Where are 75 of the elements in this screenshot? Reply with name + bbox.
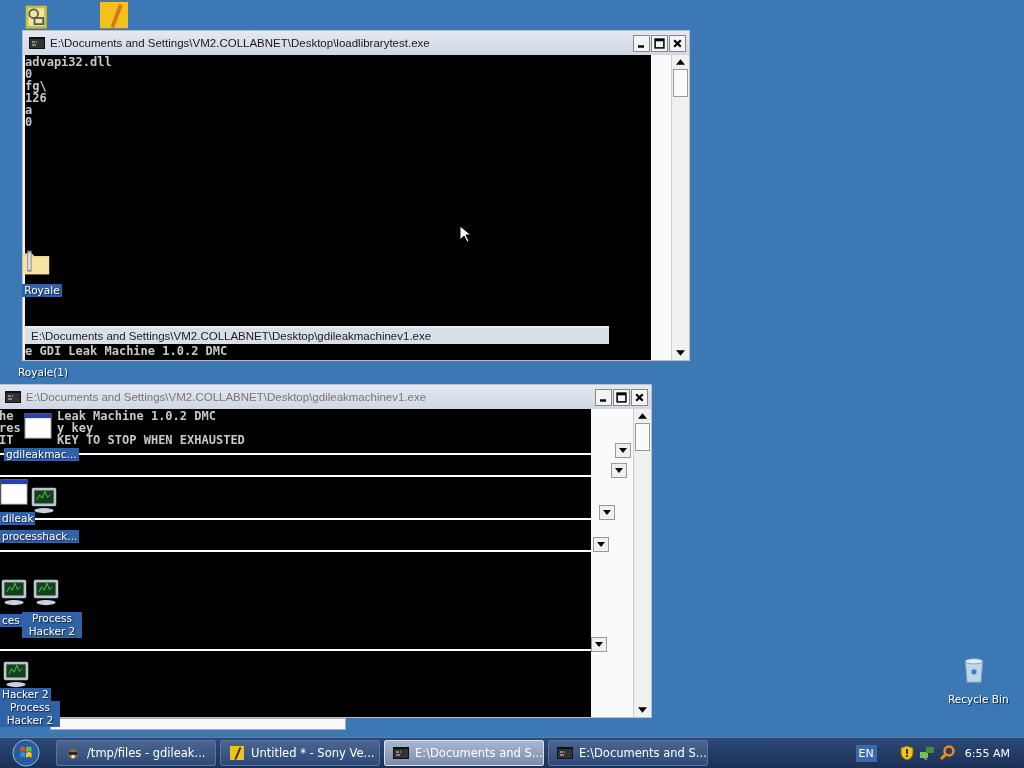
scrollbar[interactable] <box>50 718 346 730</box>
scrollbar[interactable] <box>671 55 689 360</box>
console-icon <box>5 391 21 403</box>
monitor-icon[interactable] <box>0 578 28 606</box>
minimize-icon <box>600 398 606 402</box>
network-icon[interactable] <box>918 745 935 761</box>
animal-face-icon <box>65 746 81 760</box>
console-text: IT <box>0 434 15 446</box>
shield-icon[interactable] <box>898 745 915 761</box>
console-text: 0 <box>25 68 33 80</box>
maximize-icon <box>654 37 665 49</box>
clock[interactable]: 6:55 AM <box>964 746 1010 760</box>
application-window-icon[interactable] <box>0 478 28 506</box>
console-icon <box>557 746 573 760</box>
caret-icon <box>595 642 603 647</box>
maximize-icon <box>616 391 627 403</box>
maximize-button[interactable] <box>651 34 668 52</box>
console-text: he <box>0 410 15 422</box>
taskbar-button[interactable]: E:\Documents and S... <box>548 740 708 766</box>
window-title: E:\Documents and Settings\VM2.COLLABNET\Desktop\loadlibrarytest.exe <box>50 37 431 49</box>
icon-label[interactable]: Recycle Bin <box>946 693 1011 706</box>
start-orb-icon <box>12 739 40 767</box>
close-icon <box>634 391 645 403</box>
icon-label[interactable]: Royale(1) <box>16 366 71 379</box>
pencil-icon <box>229 746 245 760</box>
caret-icon <box>603 510 611 515</box>
minimize-icon <box>638 44 644 48</box>
console-text: Leak Machine 1.0.2 DMC <box>57 410 216 422</box>
console-text: 126 <box>25 92 47 104</box>
scroll-thumb[interactable] <box>673 69 688 97</box>
console-text: y key <box>57 422 94 434</box>
pencil-icon[interactable] <box>100 2 128 30</box>
console-text: advapi32.dll <box>25 56 112 68</box>
close-button[interactable] <box>631 388 648 406</box>
console-text: res <box>0 422 22 434</box>
close-button[interactable] <box>669 34 686 52</box>
maximize-button[interactable] <box>613 388 630 406</box>
dropdown-button[interactable] <box>611 463 627 478</box>
monitor-icon[interactable] <box>32 578 60 606</box>
caret-icon <box>615 468 623 473</box>
console-text: fg\ <box>25 80 47 92</box>
application-window-icon[interactable] <box>24 412 52 440</box>
window-title: E:\Documents and Settings\VM2.COLLABNET\Desktop\gdileakmachinev1.exe <box>26 391 428 403</box>
console-text: 0 <box>25 116 33 128</box>
icon-label[interactable]: Process Hacker 2 <box>22 612 82 638</box>
mouse-cursor-icon <box>459 225 471 243</box>
monitor-icon[interactable] <box>2 660 30 688</box>
minimize-button[interactable] <box>633 34 650 52</box>
caret-icon <box>597 542 605 547</box>
dropdown-button[interactable] <box>599 505 615 520</box>
icon-label[interactable]: processhack... <box>0 530 80 543</box>
search-icon[interactable] <box>938 745 955 761</box>
console-text: e GDI Leak Machine 1.0.2 DMC <box>25 344 609 358</box>
dropdown-button[interactable] <box>593 537 609 552</box>
icon-label[interactable]: Hacker 2 <box>0 688 51 701</box>
icon-label[interactable]: ces <box>0 614 22 627</box>
monitor-icon[interactable] <box>30 486 58 514</box>
taskbar-button[interactable]: /tmp/files - gdileak... <box>56 740 216 766</box>
dropdown-button[interactable] <box>615 443 631 458</box>
console-icon <box>393 746 409 760</box>
language-indicator[interactable]: EN <box>855 744 877 762</box>
scrollbar[interactable] <box>633 409 651 717</box>
console-text: a <box>25 104 33 116</box>
console-icon <box>29 37 45 49</box>
icon-label[interactable]: Process Hacker 2 <box>0 701 60 727</box>
zipped-folder-icon[interactable] <box>22 248 50 276</box>
close-icon <box>672 37 683 49</box>
scroll-thumb[interactable] <box>635 423 650 451</box>
icon-label[interactable]: dileak <box>0 512 36 525</box>
icon-label[interactable]: Royale <box>22 284 62 297</box>
minimize-button[interactable] <box>595 388 612 406</box>
dropdown-button[interactable] <box>591 637 607 652</box>
console-text: KEY TO STOP WHEN EXHAUSTED <box>57 434 245 446</box>
taskbar-button[interactable]: Untitled * - Sony Ve... <box>220 740 380 766</box>
icon-label[interactable]: gdileakmac... <box>4 448 79 461</box>
